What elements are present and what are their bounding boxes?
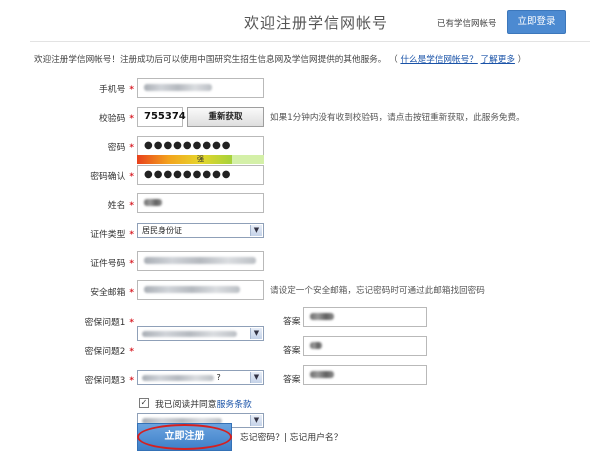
agree-label: 我已阅读并同意 <box>155 400 217 410</box>
chevron-down-icon: ▼ <box>250 328 262 339</box>
answer-2-label: 答案 <box>283 346 301 356</box>
answer-3-input[interactable] <box>303 365 427 385</box>
id-type-label: 证件类型 * <box>90 230 134 240</box>
password-label: 密码 * <box>107 143 134 153</box>
question-2-tail: ? <box>216 373 221 382</box>
intro-paren-open: （ <box>389 55 398 65</box>
answer-1-input[interactable] <box>303 307 427 327</box>
refresh-code-button[interactable]: 重新获取 <box>187 107 264 127</box>
id-type-select[interactable]: 居民身份证 ▼ <box>137 223 264 238</box>
strength-label: 强 <box>197 155 204 163</box>
email-hint: 请设定一个安全邮箱，忘记密码时可通过此邮箱找回密码 <box>270 286 485 296</box>
confirm-password-label: 密码确认 * <box>90 172 134 182</box>
chevron-down-icon: ▼ <box>250 372 262 383</box>
agree-checkbox[interactable]: ✓ <box>139 398 149 408</box>
phone-label: 手机号 * <box>98 85 134 95</box>
answer-3-label: 答案 <box>283 375 301 385</box>
email-label: 安全邮箱 * <box>90 288 134 298</box>
id-type-value: 居民身份证 <box>142 226 182 235</box>
id-number-input[interactable] <box>137 251 264 271</box>
phone-input[interactable] <box>137 78 264 98</box>
code-label: 校验码 * <box>98 114 134 124</box>
confirm-password-input[interactable]: ●●●●●●●●● <box>137 165 264 185</box>
security-question-2-label: 密保问题2 * <box>84 347 134 357</box>
register-button[interactable]: 立即注册 <box>137 423 232 451</box>
name-label: 姓名 * <box>107 201 134 211</box>
learn-more-link[interactable]: 了解更多 <box>481 55 515 65</box>
security-question-1-label: 密保问题1 * <box>84 318 134 328</box>
login-button[interactable]: 立即登录 <box>507 10 566 34</box>
code-input[interactable]: 755374 <box>137 107 186 127</box>
intro-text: 欢迎注册学信网帐号！注册成功后可以使用中国研究生招生信息网及学信网提供的其他服务… <box>34 53 526 65</box>
security-question-2-select[interactable]: ? ▼ <box>137 370 264 385</box>
page-title: 欢迎注册学信网帐号 <box>244 14 389 32</box>
answer-2-input[interactable] <box>303 336 427 356</box>
code-value: 755374 <box>144 111 186 122</box>
header-divider <box>30 41 590 42</box>
answer-1-label: 答案 <box>283 317 301 327</box>
code-hint: 如果1分钟内没有收到校验码，请点击按钮重新获取，此服务免费。 <box>270 113 525 123</box>
security-question-3-label: 密保问题3 * <box>84 376 134 386</box>
name-input[interactable] <box>137 193 264 213</box>
intro-paren-close: ） <box>517 55 527 65</box>
chevron-down-icon: ▼ <box>250 225 262 236</box>
email-input[interactable] <box>137 280 264 300</box>
id-number-label: 证件号码 * <box>90 259 134 269</box>
agree-text: 我已阅读并同意服务条款 <box>155 397 252 410</box>
chevron-down-icon: ▼ <box>250 415 262 426</box>
intro-description: 欢迎注册学信网帐号！注册成功后可以使用中国研究生招生信息网及学信网提供的其他服务… <box>34 55 387 65</box>
password-input[interactable]: ●●●●●●●●● <box>137 136 264 156</box>
security-question-1-select[interactable]: ▼ <box>137 326 264 341</box>
password-strength-meter: 强 <box>137 155 264 164</box>
have-account-text: 已有学信网帐号 <box>437 19 497 29</box>
forgot-links[interactable]: 忘记密码？| 忘记用户名？ <box>240 430 343 443</box>
what-is-account-link[interactable]: 什么是学信网帐号？ <box>400 55 477 65</box>
terms-link[interactable]: 服务条款 <box>217 400 252 410</box>
